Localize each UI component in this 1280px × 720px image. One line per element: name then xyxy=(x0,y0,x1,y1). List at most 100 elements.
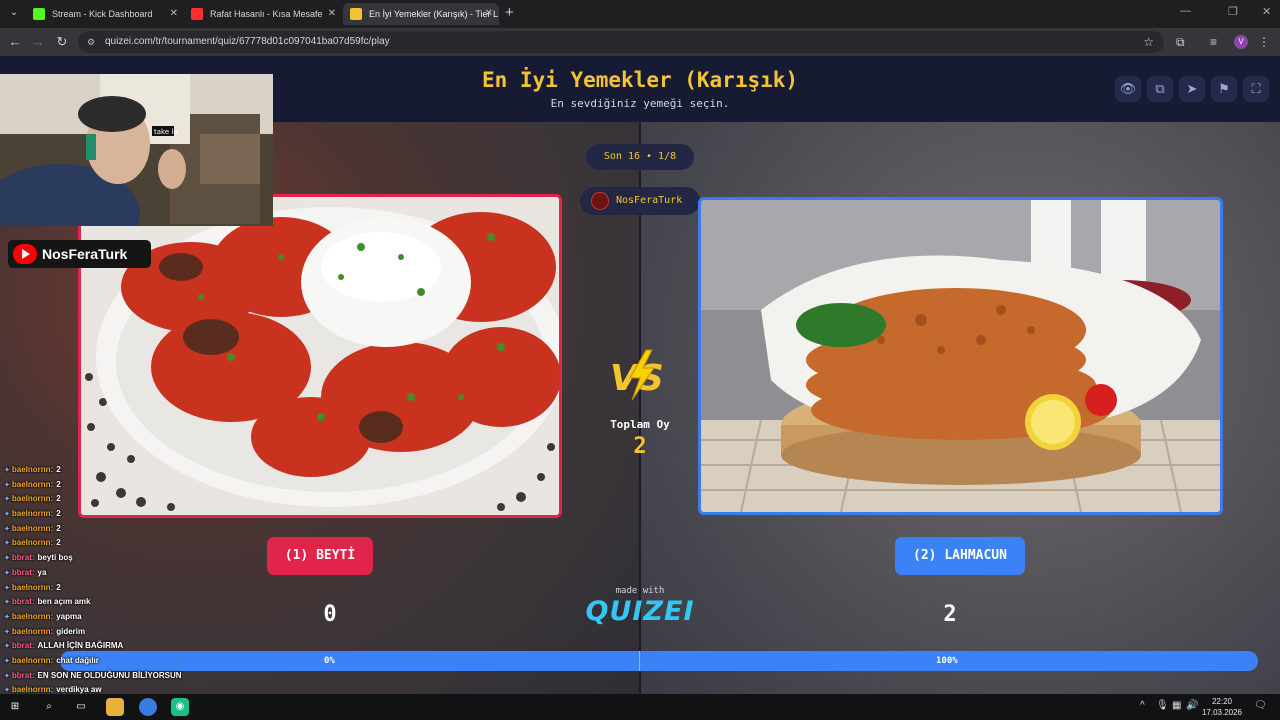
chat-text: ALLAH İÇİN BAĞIRMA xyxy=(37,641,124,651)
quizei-logo: QUIZEI xyxy=(585,596,695,627)
chat-username: baelnornn: xyxy=(11,509,54,519)
tab-title: Rafat Hasanlı - Kısa Mesafe xyxy=(210,9,323,19)
chrome-icon[interactable] xyxy=(139,698,157,716)
browser-menu-icon[interactable]: ⋮ xyxy=(1258,33,1270,51)
browser-tab-quizei[interactable]: En İyi Yemekler (Karışık) - Tier L ✕ xyxy=(343,3,499,25)
chat-message: ✦ bbrat: ya xyxy=(0,566,200,581)
vote-button-beyti[interactable]: (1) BEYTİ xyxy=(267,537,373,575)
windows-taskbar: ⊞ ⌕ ▭ ◉ ^ 🎙 ▦ 🔊 22:20 17.03.2026 🗨 xyxy=(0,694,1280,720)
browser-tab-youtube[interactable]: Rafat Hasanlı - Kısa Mesafe ✕ xyxy=(184,3,342,25)
chat-message: ✦ bbrat: beyti boş xyxy=(0,551,200,566)
eye-icon[interactable]: 👁 xyxy=(1115,76,1141,102)
close-tab-icon[interactable]: ✕ xyxy=(328,3,336,25)
browser-tab-kick[interactable]: Stream - Kick Dashboard ✕ xyxy=(26,3,184,25)
share-send-icon[interactable]: ➤ xyxy=(1179,76,1205,102)
made-with-label: made with xyxy=(615,586,665,596)
chat-text: giderim xyxy=(56,626,86,636)
browser-tab-bar: ⌄ Stream - Kick Dashboard ✕ Rafat Hasanl… xyxy=(0,0,1280,28)
chat-username: baelnornn: xyxy=(11,582,54,592)
chat-message: ✦ baelnornn: 2 xyxy=(0,536,200,551)
chat-text: 2 xyxy=(56,509,61,519)
report-flag-icon[interactable]: ⚑ xyxy=(1211,76,1237,102)
address-bar[interactable]: ⚙ quizei.com/tr/tournament/quiz/67778d01… xyxy=(78,31,1164,53)
chat-message: ✦ baelnornn: 2 xyxy=(0,492,200,507)
restore-icon[interactable]: ❐ xyxy=(1228,5,1238,18)
lahmacun-vote-count: 2 xyxy=(943,602,957,627)
media-controls-icon[interactable]: ≡ xyxy=(1210,33,1217,51)
volume-icon[interactable]: 🔊 xyxy=(1186,700,1198,711)
chat-username: baelnornn: xyxy=(11,685,54,695)
notifications-icon[interactable]: 🗨 xyxy=(1254,700,1267,711)
obs-app-icon[interactable]: ◉ xyxy=(171,698,189,716)
network-icon[interactable]: ▦ xyxy=(1172,700,1181,711)
minimize-icon[interactable]: — xyxy=(1180,5,1191,17)
chat-text: ben açım amk xyxy=(37,597,91,607)
site-info-icon[interactable]: ⚙ xyxy=(87,36,99,48)
profile-avatar[interactable]: V xyxy=(1234,35,1248,49)
chat-badge-icon: ✦ xyxy=(4,511,10,519)
tray-chevron-icon[interactable]: ^ xyxy=(1140,700,1145,711)
chat-text: chat dağılır xyxy=(56,655,99,665)
chat-text: 2 xyxy=(56,523,61,533)
chat-text: yapma xyxy=(56,611,82,621)
start-icon[interactable]: ⊞ xyxy=(6,698,24,716)
new-tab-button[interactable]: + xyxy=(505,4,514,22)
chat-badge-icon: ✦ xyxy=(4,496,10,504)
search-icon[interactable]: ⌕ xyxy=(40,698,58,716)
lahmacun-percent: 100% xyxy=(936,656,958,666)
chat-username: baelnornn: xyxy=(11,626,54,636)
chat-username: baelnornn: xyxy=(11,465,54,474)
chat-badge-icon: ✦ xyxy=(4,643,10,651)
chat-badge-icon: ✦ xyxy=(4,657,10,665)
beyti-percent: 0% xyxy=(324,656,335,666)
kick-favicon-icon xyxy=(33,8,45,20)
chat-badge-icon: ✦ xyxy=(4,599,10,607)
copy-icon[interactable]: ⧉ xyxy=(1147,76,1173,102)
choice-card-lahmacun[interactable] xyxy=(698,197,1223,515)
chat-message: ✦ baelnornn: 2 xyxy=(0,463,200,478)
file-explorer-icon[interactable] xyxy=(106,698,124,716)
clock-date: 17.03.2026 xyxy=(1201,708,1243,717)
chat-text: verdikya aw xyxy=(56,685,102,695)
channel-name: NosFeraTurk xyxy=(42,246,128,262)
task-view-icon[interactable]: ▭ xyxy=(72,698,90,716)
extensions-icon[interactable]: ⧉ xyxy=(1176,33,1185,51)
chat-username: baelnornn: xyxy=(11,538,54,548)
fullscreen-icon[interactable]: ⛶ xyxy=(1243,76,1269,102)
chat-badge-icon: ✦ xyxy=(4,481,10,489)
chat-badge-icon: ✦ xyxy=(4,584,10,592)
browser-toolbar: ← → ↻ ⚙ quizei.com/tr/tournament/quiz/67… xyxy=(0,28,1280,56)
tab-search-chevron-icon[interactable]: ⌄ xyxy=(6,5,22,21)
chat-text: 2 xyxy=(56,582,61,592)
chat-username: baelnornn: xyxy=(11,479,54,489)
close-window-icon[interactable]: ✕ xyxy=(1262,5,1271,18)
streamer-webcam-image: take lo xyxy=(0,74,273,226)
stream-chat-overlay: ✦ baelnornn: 2 ✦ baelnornn: 2 ✦ baelnornn: 2 ✦ bae… xyxy=(0,463,200,720)
bookmark-star-icon[interactable]: ☆ xyxy=(1143,31,1154,53)
tab-title: Stream - Kick Dashboard xyxy=(52,9,153,19)
system-clock[interactable]: 22:20 17.03.2026 xyxy=(1198,696,1246,718)
chat-username: baelnornn: xyxy=(11,494,54,504)
back-icon[interactable]: ← xyxy=(5,32,25,52)
streamer-badge: NosFeraTurk xyxy=(580,187,700,215)
vote-progress-bar: 0% 100% xyxy=(60,651,1258,671)
chat-badge-icon: ✦ xyxy=(4,555,10,563)
close-tab-icon[interactable]: ✕ xyxy=(485,3,493,25)
microphone-icon[interactable]: 🎙 xyxy=(1156,700,1169,711)
chat-badge-icon: ✦ xyxy=(4,569,10,577)
chat-message: ✦ bbrat: ben açım amk xyxy=(0,595,200,610)
chat-username: baelnornn: xyxy=(11,611,54,621)
chat-message: ✦ baelnornn: 2 xyxy=(0,478,200,493)
chat-badge-icon: ✦ xyxy=(4,628,10,636)
chat-username: baelnornn: xyxy=(11,523,54,533)
streamer-avatar xyxy=(591,192,609,210)
chat-badge-icon: ✦ xyxy=(4,672,10,680)
total-votes-label: Toplam Oy xyxy=(610,418,670,431)
progress-divider xyxy=(639,651,640,671)
vote-button-lahmacun[interactable]: (2) LAHMACUN xyxy=(895,537,1025,575)
close-tab-icon[interactable]: ✕ xyxy=(170,3,178,25)
reload-icon[interactable]: ↻ xyxy=(52,32,72,52)
url-text[interactable]: quizei.com/tr/tournament/quiz/67778d01c0… xyxy=(105,31,390,53)
chat-badge-icon: ✦ xyxy=(4,525,10,533)
forward-icon[interactable]: → xyxy=(28,32,48,52)
